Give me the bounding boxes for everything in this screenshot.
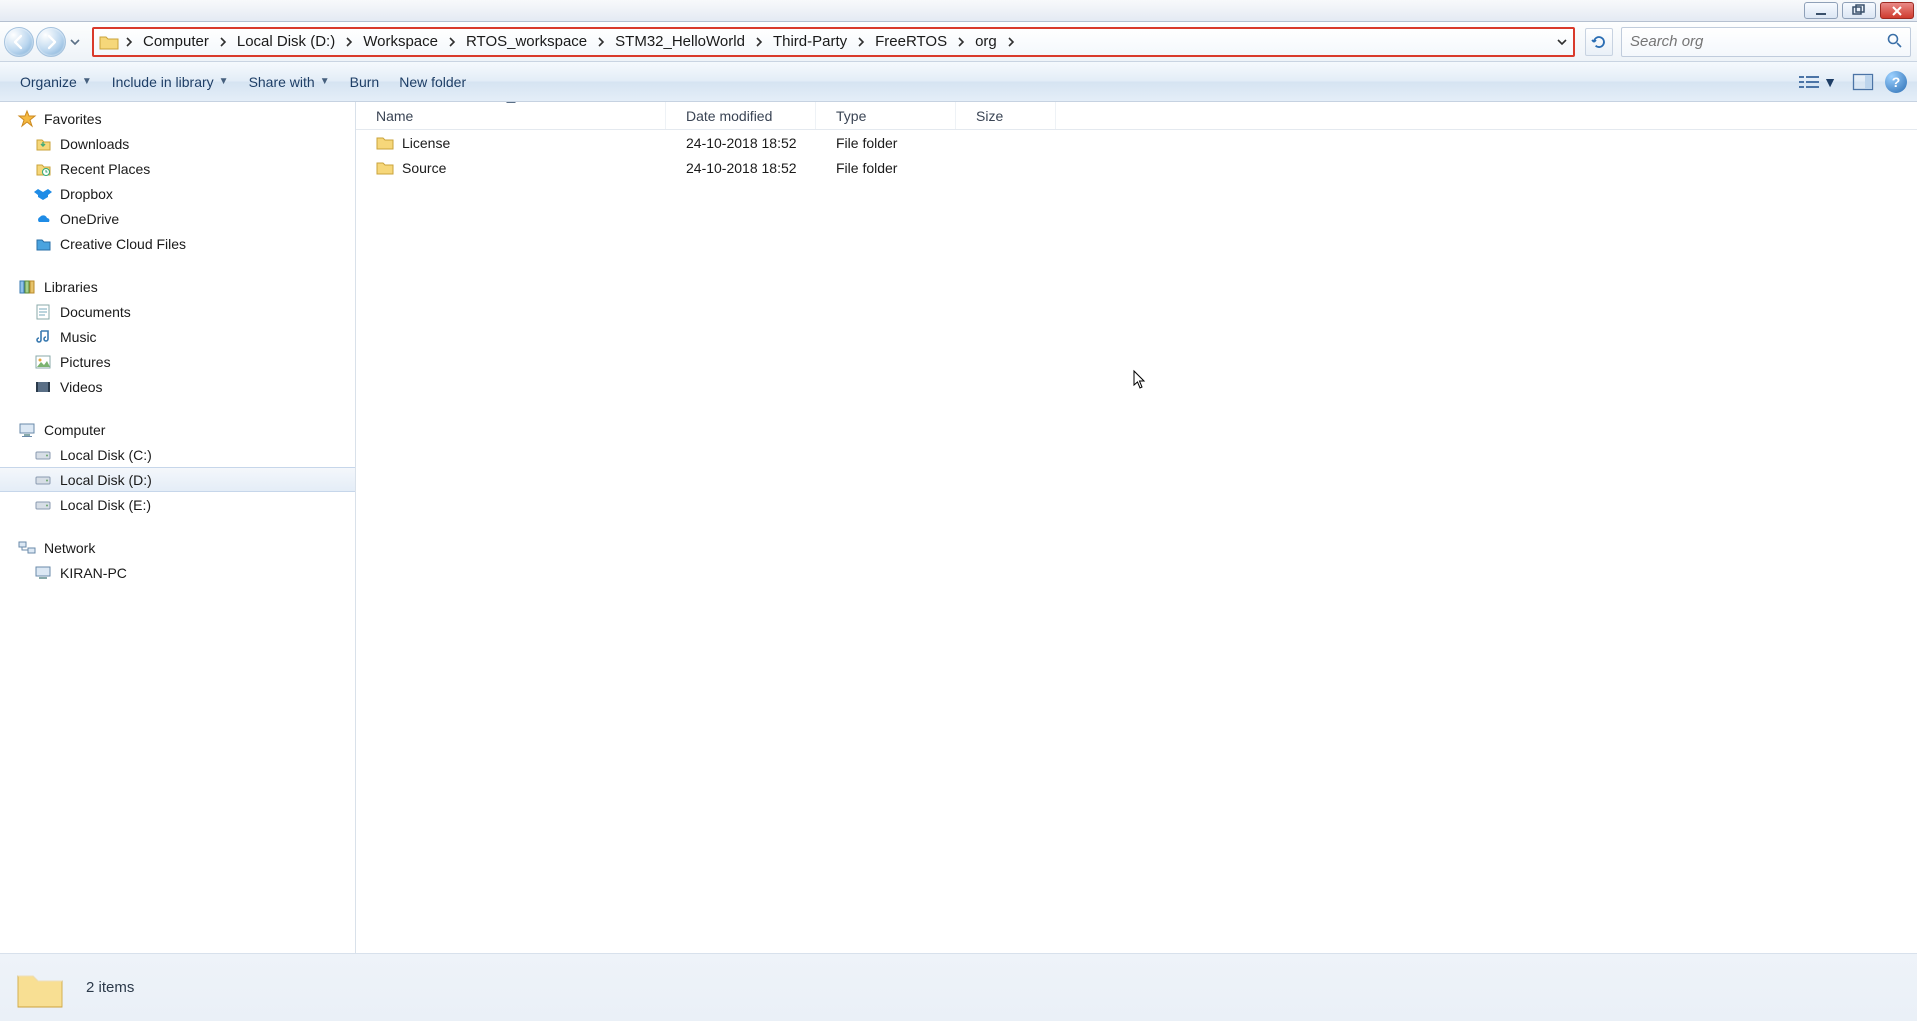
address-dropdown-button[interactable]: [1551, 29, 1573, 55]
network-icon: [18, 539, 36, 557]
recent-locations-button[interactable]: [68, 27, 82, 57]
chevron-right-icon[interactable]: [752, 37, 766, 47]
favorites-icon: [18, 110, 36, 128]
nav-item[interactable]: Local Disk (C:): [0, 442, 355, 467]
breadcrumb[interactable]: Computer Local Disk (D:) Workspace RTOS_wor…: [122, 29, 1551, 55]
table-row[interactable]: License 24-10-2018 18:52 File folder: [356, 130, 1917, 155]
nav-item[interactable]: Documents: [0, 299, 355, 324]
search-icon: [1886, 32, 1902, 51]
command-bar: Organize▼ Include in library▼ Share with…: [0, 62, 1917, 102]
burn-button[interactable]: Burn: [340, 68, 390, 96]
nav-item[interactable]: Local Disk (D:): [0, 467, 355, 492]
status-text: 2 items: [86, 979, 134, 996]
back-button[interactable]: [4, 27, 34, 57]
column-size[interactable]: Size: [956, 102, 1056, 129]
nav-group-network[interactable]: Network: [0, 535, 355, 560]
breadcrumb-segment[interactable]: STM32_HelloWorld: [608, 29, 752, 55]
chevron-right-icon[interactable]: [445, 37, 459, 47]
forward-button[interactable]: [36, 27, 66, 57]
chevron-right-icon[interactable]: [594, 37, 608, 47]
item-icon: [34, 210, 52, 228]
item-icon: [34, 564, 52, 582]
share-with-button[interactable]: Share with▼: [239, 68, 340, 96]
include-in-library-button[interactable]: Include in library▼: [102, 68, 239, 96]
item-icon: [34, 328, 52, 346]
nav-item[interactable]: KIRAN-PC: [0, 560, 355, 585]
item-icon: [34, 471, 52, 489]
folder-large-icon: [14, 962, 66, 1014]
chevron-right-icon[interactable]: [954, 37, 968, 47]
folder-icon: [376, 134, 394, 152]
details-pane: 2 items: [0, 953, 1917, 1021]
item-icon: [34, 235, 52, 253]
column-headers[interactable]: Name Date modified Type Size: [356, 102, 1917, 130]
item-icon: [34, 496, 52, 514]
item-icon: [34, 135, 52, 153]
refresh-button[interactable]: [1585, 28, 1613, 56]
chevron-right-icon[interactable]: [122, 37, 136, 47]
libraries-icon: [18, 278, 36, 296]
nav-item[interactable]: Recent Places: [0, 156, 355, 181]
nav-item[interactable]: Pictures: [0, 349, 355, 374]
nav-group-favorites[interactable]: Favorites: [0, 106, 355, 131]
breadcrumb-segment[interactable]: RTOS_workspace: [459, 29, 594, 55]
close-button[interactable]: [1880, 2, 1914, 19]
chevron-right-icon[interactable]: [854, 37, 868, 47]
organize-button[interactable]: Organize▼: [10, 68, 102, 96]
item-icon: [34, 160, 52, 178]
nav-group-libraries[interactable]: Libraries: [0, 274, 355, 299]
window-controls: [1804, 0, 1917, 21]
nav-item[interactable]: Local Disk (E:): [0, 492, 355, 517]
item-icon: [34, 353, 52, 371]
help-button[interactable]: ?: [1885, 71, 1907, 93]
breadcrumb-segment[interactable]: Local Disk (D:): [230, 29, 342, 55]
view-icon: [1799, 74, 1819, 90]
table-row[interactable]: Source 24-10-2018 18:52 File folder: [356, 155, 1917, 180]
search-box[interactable]: [1621, 27, 1911, 57]
nav-item[interactable]: Dropbox: [0, 181, 355, 206]
nav-item[interactable]: OneDrive: [0, 206, 355, 231]
navigation-pane[interactable]: FavoritesDownloadsRecent PlacesDropboxOn…: [0, 102, 356, 953]
navigation-bar: Computer Local Disk (D:) Workspace RTOS_wor…: [0, 22, 1917, 62]
column-name[interactable]: Name: [356, 102, 666, 129]
view-options-button[interactable]: ▼: [1793, 70, 1843, 94]
minimize-button[interactable]: [1804, 2, 1838, 19]
preview-pane-button[interactable]: [1849, 68, 1877, 96]
item-icon: [34, 378, 52, 396]
column-date[interactable]: Date modified: [666, 102, 816, 129]
address-bar[interactable]: Computer Local Disk (D:) Workspace RTOS_wor…: [92, 27, 1575, 57]
chevron-right-icon[interactable]: [1004, 37, 1018, 47]
folder-icon: [96, 29, 122, 55]
nav-item[interactable]: Downloads: [0, 131, 355, 156]
breadcrumb-segment[interactable]: Third-Party: [766, 29, 854, 55]
breadcrumb-segment[interactable]: org: [968, 29, 1004, 55]
new-folder-button[interactable]: New folder: [389, 68, 476, 96]
breadcrumb-segment[interactable]: Workspace: [356, 29, 445, 55]
titlebar: [0, 0, 1917, 22]
nav-item[interactable]: Creative Cloud Files: [0, 231, 355, 256]
nav-group-computer[interactable]: Computer: [0, 417, 355, 442]
nav-item[interactable]: Music: [0, 324, 355, 349]
computer-icon: [18, 421, 36, 439]
search-input[interactable]: [1630, 33, 1886, 50]
column-type[interactable]: Type: [816, 102, 956, 129]
breadcrumb-segment[interactable]: Computer: [136, 29, 216, 55]
chevron-right-icon[interactable]: [342, 37, 356, 47]
folder-icon: [376, 159, 394, 177]
chevron-right-icon[interactable]: [216, 37, 230, 47]
item-icon: [34, 303, 52, 321]
maximize-button[interactable]: [1842, 2, 1876, 19]
nav-item[interactable]: Videos: [0, 374, 355, 399]
file-list-pane[interactable]: Name Date modified Type Size License 24-…: [356, 102, 1917, 953]
item-icon: [34, 446, 52, 464]
item-icon: [34, 185, 52, 203]
breadcrumb-segment[interactable]: FreeRTOS: [868, 29, 954, 55]
